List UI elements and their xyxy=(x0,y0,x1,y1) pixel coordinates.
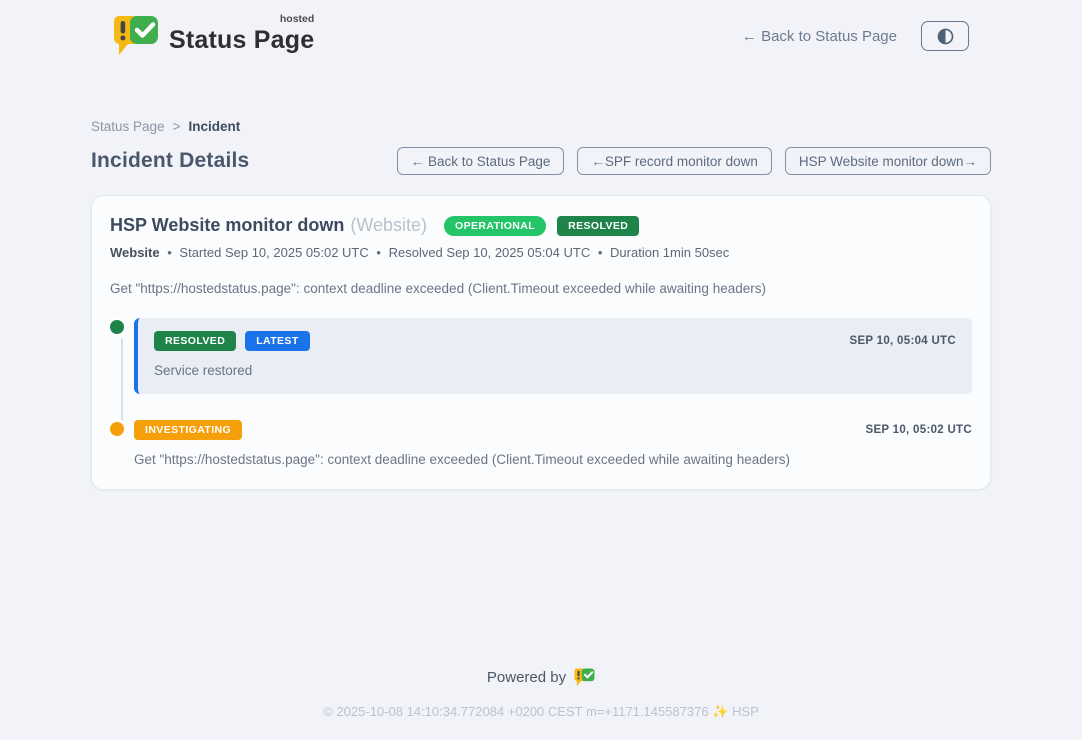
copyright-text: © 2025-10-08 14:10:34.772084 +0200 CEST … xyxy=(0,704,1082,720)
timeline-badge-resolved: RESOLVED xyxy=(154,331,236,351)
timeline-message: Get "https://hostedstatus.page": context… xyxy=(134,452,972,467)
timeline-dot-green xyxy=(110,320,124,334)
incident-card: HSP Website monitor down (Website) OPERA… xyxy=(91,195,991,490)
main-content: Status Page > Incident Incident Details … xyxy=(91,69,991,490)
timeline-dot-orange xyxy=(110,422,124,436)
brand-logo[interactable]: hosted Status Page xyxy=(113,15,314,57)
brand-name: Status Page xyxy=(169,26,314,54)
next-incident-button[interactable]: HSP Website monitor down→ xyxy=(785,147,991,175)
incident-title: HSP Website monitor down xyxy=(110,215,344,236)
meta-started: Started Sep 10, 2025 05:02 UTC xyxy=(179,245,368,260)
header-back-to-status-page-link[interactable]: ← Back to Status Page xyxy=(742,28,897,45)
timeline-timestamp: SEP 10, 05:02 UTC xyxy=(865,424,972,436)
site-footer: Powered by © 2025-10-08 14:10:34.772084 … xyxy=(0,668,1082,740)
status-page-logo-icon xyxy=(574,668,595,687)
bullet-separator: • xyxy=(376,245,381,260)
back-to-status-page-button[interactable]: ← Back to Status Page xyxy=(397,147,565,175)
timeline-badge-latest: LATEST xyxy=(245,331,309,351)
meta-component: Website xyxy=(110,245,160,260)
breadcrumb-current-incident: Incident xyxy=(188,119,240,134)
incident-meta: Website • Started Sep 10, 2025 05:02 UTC… xyxy=(110,245,972,260)
incident-nav-buttons: ← Back to Status Page ←SPF record monito… xyxy=(397,147,991,175)
site-header: hosted Status Page ← Back to Status Page xyxy=(0,0,1082,69)
previous-incident-button[interactable]: ←SPF record monitor down xyxy=(577,147,772,175)
powered-by-label: Powered by xyxy=(487,669,566,686)
timeline-item-investigating: INVESTIGATING SEP 10, 05:02 UTC Get "htt… xyxy=(110,420,972,467)
state-badge-resolved: RESOLVED xyxy=(557,216,639,236)
timeline-badge-investigating: INVESTIGATING xyxy=(134,420,242,440)
timeline-item-resolved: RESOLVED LATEST SEP 10, 05:04 UTC Servic… xyxy=(110,318,972,394)
bullet-separator: • xyxy=(598,245,603,260)
meta-duration: Duration 1min 50sec xyxy=(610,245,729,260)
incident-description: Get "https://hostedstatus.page": context… xyxy=(110,281,972,296)
page-title: Incident Details xyxy=(91,149,249,173)
half-circle-contrast-icon xyxy=(936,27,955,46)
breadcrumb-status-page-link[interactable]: Status Page xyxy=(91,119,165,134)
status-badge-operational: OPERATIONAL xyxy=(444,216,546,236)
incident-timeline: RESOLVED LATEST SEP 10, 05:04 UTC Servic… xyxy=(110,318,972,467)
breadcrumb: Status Page > Incident xyxy=(91,119,991,134)
timeline-latest-update-box: RESOLVED LATEST SEP 10, 05:04 UTC Servic… xyxy=(134,318,972,394)
brand-hosted-label: hosted xyxy=(280,13,314,25)
breadcrumb-separator: > xyxy=(173,119,181,134)
theme-toggle-button[interactable] xyxy=(921,21,969,51)
incident-component-label: (Website) xyxy=(350,215,427,236)
timeline-message: Service restored xyxy=(154,363,956,378)
bullet-separator: • xyxy=(167,245,172,260)
meta-resolved: Resolved Sep 10, 2025 05:04 UTC xyxy=(389,245,591,260)
timeline-timestamp: SEP 10, 05:04 UTC xyxy=(849,335,956,347)
status-page-logo-icon xyxy=(113,15,159,57)
